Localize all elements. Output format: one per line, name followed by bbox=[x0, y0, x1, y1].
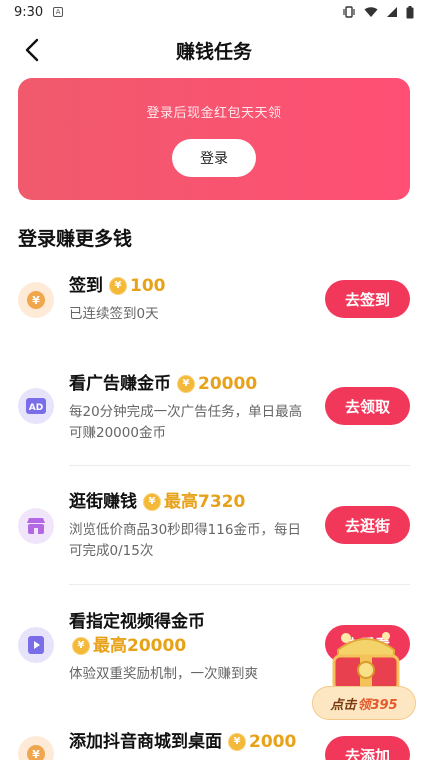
notification-icon: A bbox=[53, 7, 64, 17]
task-body: 签到 ¥ 100 已连续签到0天 bbox=[69, 274, 314, 325]
add-to-desktop-button[interactable]: 去添加 bbox=[325, 736, 410, 760]
task-title-row: 看广告赚金币 ¥ 20000 bbox=[69, 372, 314, 396]
go-shopping-button[interactable]: 去逛街 bbox=[325, 506, 410, 544]
task-desc: 已连续签到0天 bbox=[69, 306, 159, 322]
promo-text: 领395 bbox=[357, 697, 398, 713]
task-title-row: 添加抖音商城到桌面 ¥ 2000 bbox=[69, 730, 319, 754]
chevron-left-icon bbox=[25, 38, 39, 62]
ad-icon: AD bbox=[18, 388, 54, 424]
status-icons bbox=[342, 5, 414, 19]
task-reward-row: ¥ 最高20000 bbox=[69, 634, 314, 658]
task-title: 看指定视频得金币 bbox=[69, 612, 205, 632]
login-button[interactable]: 登录 bbox=[172, 139, 256, 177]
coin-icon: ¥ bbox=[109, 277, 127, 295]
task-title-row: 逛街赚钱 ¥ 最高7320 bbox=[69, 490, 314, 514]
task-reward: 最高20000 bbox=[93, 636, 187, 656]
checkin-button[interactable]: 去签到 bbox=[325, 280, 410, 318]
task-reward: 2000 bbox=[249, 732, 297, 752]
task-title-row: 看指定视频得金币 bbox=[69, 610, 314, 634]
coin-icon: ¥ bbox=[143, 493, 161, 511]
svg-text:¥: ¥ bbox=[32, 294, 40, 307]
coin-icon: ¥ bbox=[177, 375, 195, 393]
task-reward: 100 bbox=[130, 276, 166, 296]
wifi-icon bbox=[364, 7, 378, 17]
coin-icon: ¥ bbox=[72, 637, 90, 655]
task-body: 添加抖音商城到桌面 ¥ 2000 bbox=[69, 730, 319, 754]
coin-icon: ¥ bbox=[228, 733, 246, 751]
task-desc: 体验双重奖励机制，一次赚到爽 bbox=[69, 666, 258, 682]
page-title: 赚钱任务 bbox=[175, 40, 252, 63]
divider bbox=[69, 465, 410, 466]
task-desc: 浏览低价商品30秒即得116金币，每日可完成0/15次 bbox=[69, 522, 301, 559]
svg-text:AD: AD bbox=[29, 403, 43, 413]
task-body: 看广告赚金币 ¥ 20000 每20分钟完成一次广告任务，单日最高可赚20000… bbox=[69, 372, 314, 444]
video-icon bbox=[18, 627, 54, 663]
task-body: 逛街赚钱 ¥ 最高7320 浏览低价商品30秒即得116金币，每日可完成0/15… bbox=[69, 490, 314, 562]
floating-promo[interactable]: 点击 领395 bbox=[312, 620, 420, 728]
login-banner: 登录后现金红包天天领 登录 bbox=[18, 78, 410, 200]
task-title: 添加抖音商城到桌面 bbox=[69, 732, 222, 752]
task-desc: 每20分钟完成一次广告任务，单日最高可赚20000金币 bbox=[69, 404, 303, 441]
vibrate-icon bbox=[343, 6, 355, 18]
section-title: 登录赚更多钱 bbox=[18, 228, 133, 250]
promo-pill[interactable]: 点击 领395 bbox=[312, 686, 416, 720]
shop-icon bbox=[18, 508, 54, 544]
promo-prefix: 点击 bbox=[330, 697, 357, 713]
yen-coin-icon: ¥ bbox=[18, 282, 54, 318]
svg-text:¥: ¥ bbox=[32, 748, 40, 760]
task-title: 签到 bbox=[69, 276, 103, 296]
task-title-row: 签到 ¥ 100 bbox=[69, 274, 314, 298]
status-bar: 9:30 A bbox=[0, 0, 428, 24]
back-button[interactable] bbox=[14, 32, 50, 68]
task-reward: 最高7320 bbox=[164, 492, 246, 512]
treasure-chest-icon bbox=[332, 632, 400, 692]
signal-icon bbox=[387, 7, 397, 17]
task-title: 看广告赚金币 bbox=[69, 374, 171, 394]
task-body: 看指定视频得金币 ¥ 最高20000 体验双重奖励机制，一次赚到爽 bbox=[69, 610, 314, 685]
header: 赚钱任务 bbox=[0, 24, 428, 76]
status-time: 9:30 bbox=[14, 4, 44, 20]
divider bbox=[69, 584, 410, 585]
claim-ad-button[interactable]: 去领取 bbox=[325, 387, 410, 425]
battery-icon bbox=[406, 5, 414, 18]
banner-text: 登录后现金红包天天领 bbox=[146, 106, 282, 121]
task-title: 逛街赚钱 bbox=[69, 492, 137, 512]
yen-coin-icon: ¥ bbox=[18, 736, 54, 760]
task-reward: 20000 bbox=[198, 374, 258, 394]
